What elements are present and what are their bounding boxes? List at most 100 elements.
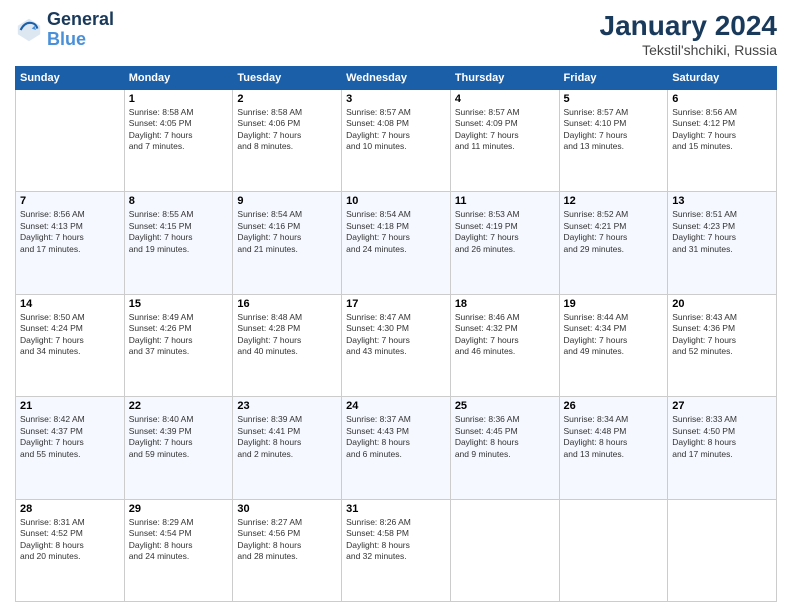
day-number: 27 — [672, 400, 772, 412]
calendar-cell: 7 Sunrise: 8:56 AM Sunset: 4:13 PM Daylig… — [16, 192, 125, 294]
day-info: Sunrise: 8:54 AM Sunset: 4:18 PM Dayligh… — [346, 209, 446, 255]
day-number: 4 — [455, 93, 555, 105]
day-info: Sunrise: 8:44 AM Sunset: 4:34 PM Dayligh… — [564, 312, 664, 358]
day-info: Sunrise: 8:50 AM Sunset: 4:24 PM Dayligh… — [20, 312, 120, 358]
calendar-cell: 29Sunrise: 8:29 AM Sunset: 4:54 PM Dayli… — [124, 499, 233, 601]
calendar-cell: 11Sunrise: 8:53 AM Sunset: 4:19 PM Dayli… — [450, 192, 559, 294]
logo-line1: General — [47, 10, 114, 30]
day-info: Sunrise: 8:34 AM Sunset: 4:48 PM Dayligh… — [564, 414, 664, 460]
month-title: January 2024 — [600, 10, 777, 42]
calendar-week-1: 1 Sunrise: 8:58 AM Sunset: 4:05 PM Daylig… — [16, 90, 777, 192]
day-number: 18 — [455, 298, 555, 310]
day-info: Sunrise: 8:42 AM Sunset: 4:37 PM Dayligh… — [20, 414, 120, 460]
day-info: Sunrise: 8:48 AM Sunset: 4:28 PM Dayligh… — [237, 312, 337, 358]
day-number: 30 — [237, 503, 337, 515]
calendar-week-3: 14 Sunrise: 8:50 AM Sunset: 4:24 PM Dayli… — [16, 294, 777, 396]
day-info: Sunrise: 8:49 AM Sunset: 4:26 PM Dayligh… — [129, 312, 229, 358]
day-number: 14 — [20, 298, 120, 310]
calendar-cell: 2 Sunrise: 8:58 AM Sunset: 4:06 PM Daylig… — [233, 90, 342, 192]
calendar-cell: 24 Sunrise: 8:37 AM Sunset: 4:43 PM Dayli… — [342, 397, 451, 499]
calendar-cell: 15 Sunrise: 8:49 AM Sunset: 4:26 PM Dayli… — [124, 294, 233, 396]
calendar-cell: 13Sunrise: 8:51 AM Sunset: 4:23 PM Dayli… — [668, 192, 777, 294]
title-block: January 2024 Tekstil'shchiki, Russia — [600, 10, 777, 58]
page: General Blue January 2024 Tekstil'shchik… — [0, 0, 792, 612]
day-number: 21 — [20, 400, 120, 412]
calendar-cell: 17 Sunrise: 8:47 AM Sunset: 4:30 PM Dayli… — [342, 294, 451, 396]
day-number: 9 — [237, 195, 337, 207]
calendar-table: Sunday Monday Tuesday Wednesday Thursday… — [15, 66, 777, 602]
calendar-cell: 18 Sunrise: 8:46 AM Sunset: 4:32 PM Dayli… — [450, 294, 559, 396]
logo-icon — [15, 16, 43, 44]
day-info: Sunrise: 8:58 AM Sunset: 4:05 PM Dayligh… — [129, 107, 229, 153]
day-number: 26 — [564, 400, 664, 412]
day-info: Sunrise: 8:58 AM Sunset: 4:06 PM Dayligh… — [237, 107, 337, 153]
day-info: Sunrise: 8:33 AM Sunset: 4:50 PM Dayligh… — [672, 414, 772, 460]
day-info: Sunrise: 8:56 AM Sunset: 4:12 PM Dayligh… — [672, 107, 772, 153]
day-number: 16 — [237, 298, 337, 310]
day-info: Sunrise: 8:27 AM Sunset: 4:56 PM Dayligh… — [237, 517, 337, 563]
calendar-cell: 19Sunrise: 8:44 AM Sunset: 4:34 PM Dayli… — [559, 294, 668, 396]
calendar-cell: 8 Sunrise: 8:55 AM Sunset: 4:15 PM Daylig… — [124, 192, 233, 294]
logo-text: General Blue — [47, 10, 114, 50]
day-number: 24 — [346, 400, 446, 412]
header-saturday: Saturday — [668, 67, 777, 90]
day-number: 11 — [455, 195, 555, 207]
day-number: 23 — [237, 400, 337, 412]
day-number: 3 — [346, 93, 446, 105]
calendar-cell: 26 Sunrise: 8:34 AM Sunset: 4:48 PM Dayli… — [559, 397, 668, 499]
day-info: Sunrise: 8:46 AM Sunset: 4:32 PM Dayligh… — [455, 312, 555, 358]
day-info: Sunrise: 8:57 AM Sunset: 4:09 PM Dayligh… — [455, 107, 555, 153]
calendar-cell: 9 Sunrise: 8:54 AM Sunset: 4:16 PM Daylig… — [233, 192, 342, 294]
day-info: Sunrise: 8:55 AM Sunset: 4:15 PM Dayligh… — [129, 209, 229, 255]
header-thursday: Thursday — [450, 67, 559, 90]
day-info: Sunrise: 8:39 AM Sunset: 4:41 PM Dayligh… — [237, 414, 337, 460]
calendar-cell: 5Sunrise: 8:57 AM Sunset: 4:10 PM Daylig… — [559, 90, 668, 192]
day-number: 17 — [346, 298, 446, 310]
day-info: Sunrise: 8:54 AM Sunset: 4:16 PM Dayligh… — [237, 209, 337, 255]
header-tuesday: Tuesday — [233, 67, 342, 90]
day-info: Sunrise: 8:47 AM Sunset: 4:30 PM Dayligh… — [346, 312, 446, 358]
calendar-cell: 25Sunrise: 8:36 AM Sunset: 4:45 PM Dayli… — [450, 397, 559, 499]
calendar-cell: 21 Sunrise: 8:42 AM Sunset: 4:37 PM Dayli… — [16, 397, 125, 499]
location-subtitle: Tekstil'shchiki, Russia — [600, 42, 777, 58]
header: General Blue January 2024 Tekstil'shchik… — [15, 10, 777, 58]
day-number: 20 — [672, 298, 772, 310]
calendar-cell — [559, 499, 668, 601]
day-info: Sunrise: 8:31 AM Sunset: 4:52 PM Dayligh… — [20, 517, 120, 563]
day-info: Sunrise: 8:40 AM Sunset: 4:39 PM Dayligh… — [129, 414, 229, 460]
calendar-cell: 14 Sunrise: 8:50 AM Sunset: 4:24 PM Dayli… — [16, 294, 125, 396]
calendar-cell — [16, 90, 125, 192]
day-number: 2 — [237, 93, 337, 105]
calendar-cell: 27 Sunrise: 8:33 AM Sunset: 4:50 PM Dayli… — [668, 397, 777, 499]
calendar-cell: 10Sunrise: 8:54 AM Sunset: 4:18 PM Dayli… — [342, 192, 451, 294]
day-number: 15 — [129, 298, 229, 310]
day-info: Sunrise: 8:37 AM Sunset: 4:43 PM Dayligh… — [346, 414, 446, 460]
calendar-cell: 6Sunrise: 8:56 AM Sunset: 4:12 PM Daylig… — [668, 90, 777, 192]
calendar-cell: 12Sunrise: 8:52 AM Sunset: 4:21 PM Dayli… — [559, 192, 668, 294]
day-number: 28 — [20, 503, 120, 515]
calendar-cell: 22Sunrise: 8:40 AM Sunset: 4:39 PM Dayli… — [124, 397, 233, 499]
day-info: Sunrise: 8:56 AM Sunset: 4:13 PM Dayligh… — [20, 209, 120, 255]
day-number: 1 — [129, 93, 229, 105]
calendar-cell: 31Sunrise: 8:26 AM Sunset: 4:58 PM Dayli… — [342, 499, 451, 601]
day-number: 31 — [346, 503, 446, 515]
calendar-cell: 4 Sunrise: 8:57 AM Sunset: 4:09 PM Daylig… — [450, 90, 559, 192]
day-number: 8 — [129, 195, 229, 207]
header-wednesday: Wednesday — [342, 67, 451, 90]
day-info: Sunrise: 8:52 AM Sunset: 4:21 PM Dayligh… — [564, 209, 664, 255]
logo: General Blue — [15, 10, 114, 50]
calendar-cell: 1 Sunrise: 8:58 AM Sunset: 4:05 PM Daylig… — [124, 90, 233, 192]
day-info: Sunrise: 8:36 AM Sunset: 4:45 PM Dayligh… — [455, 414, 555, 460]
day-number: 7 — [20, 195, 120, 207]
calendar-week-2: 7 Sunrise: 8:56 AM Sunset: 4:13 PM Daylig… — [16, 192, 777, 294]
header-monday: Monday — [124, 67, 233, 90]
header-friday: Friday — [559, 67, 668, 90]
logo-line2: Blue — [47, 30, 114, 50]
header-sunday: Sunday — [16, 67, 125, 90]
day-number: 29 — [129, 503, 229, 515]
calendar-cell — [668, 499, 777, 601]
days-header-row: Sunday Monday Tuesday Wednesday Thursday… — [16, 67, 777, 90]
day-info: Sunrise: 8:57 AM Sunset: 4:08 PM Dayligh… — [346, 107, 446, 153]
calendar-week-4: 21 Sunrise: 8:42 AM Sunset: 4:37 PM Dayli… — [16, 397, 777, 499]
day-info: Sunrise: 8:43 AM Sunset: 4:36 PM Dayligh… — [672, 312, 772, 358]
